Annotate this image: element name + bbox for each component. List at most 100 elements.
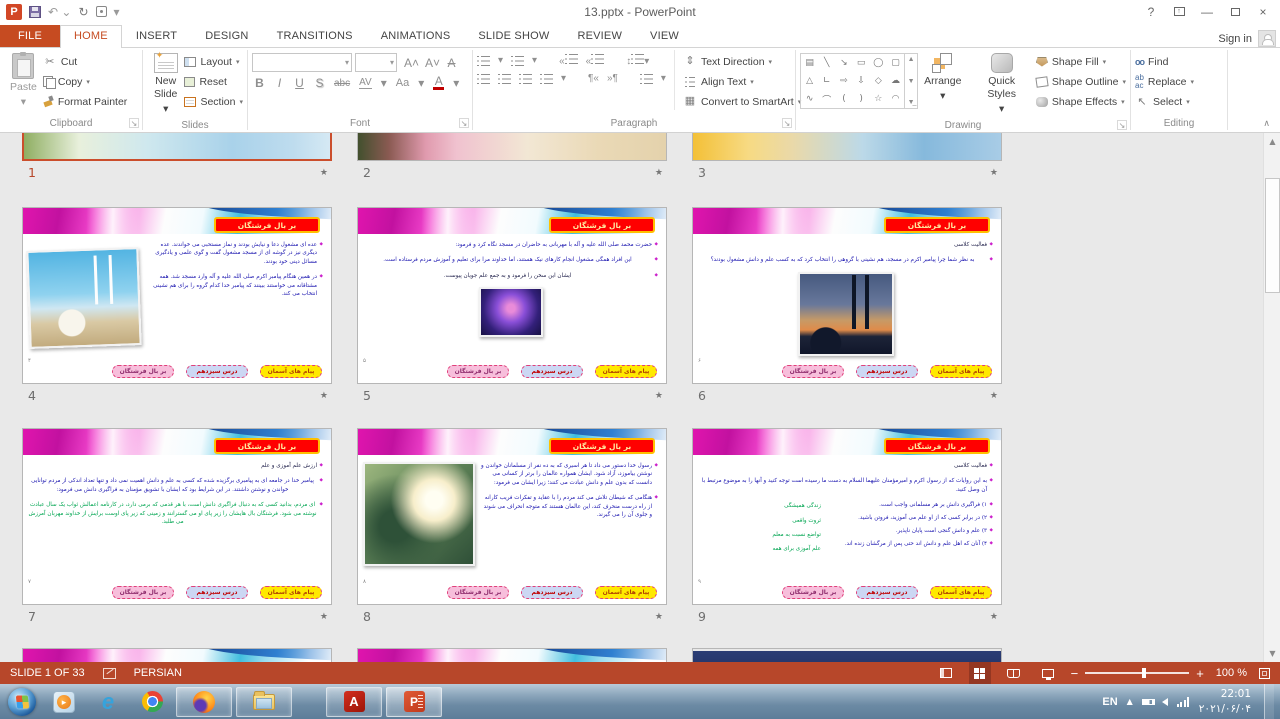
account-avatar[interactable] (1258, 30, 1276, 47)
tab-file[interactable]: FILE (0, 25, 60, 47)
zoom-out-button[interactable]: − (1071, 667, 1079, 680)
scroll-up-arrow[interactable]: ▲ (1264, 133, 1280, 150)
justify-icon[interactable] (540, 74, 553, 84)
align-right-icon[interactable] (519, 74, 532, 84)
vertical-scrollbar[interactable]: ▲ ▼ (1263, 133, 1280, 662)
star-shape-icon[interactable]: ☆ (874, 94, 882, 104)
slide-thumbnail-6[interactable]: بر بال فرشتگان ◆فعالیت کلاسی◆به نظر شما … (692, 207, 1002, 384)
replace-button[interactable]: abacReplace▾ (1135, 73, 1194, 90)
tab-home[interactable]: HOME (60, 25, 122, 48)
start-button[interactable] (8, 688, 36, 716)
section-button[interactable]: Section▾ (184, 93, 243, 110)
shapes-more[interactable]: ▼̲ (908, 99, 915, 106)
slide-thumbnail-10[interactable]: بر بال فرشتگان (22, 648, 332, 662)
scroll-down-arrow[interactable]: ▼ (1264, 645, 1280, 662)
bullets-icon[interactable] (477, 56, 490, 66)
copy-button[interactable]: Copy▾ (43, 73, 127, 90)
slide-thumbnail-3[interactable] (692, 133, 1002, 161)
columns-icon[interactable] (640, 74, 653, 84)
shrink-font-button[interactable]: A˅ (425, 56, 440, 70)
curve-shape-icon[interactable]: ◠ (892, 94, 900, 104)
format-painter-button[interactable]: Format Painter (43, 93, 127, 110)
strikethrough-button[interactable]: abc (334, 78, 350, 89)
slide-thumbnail-1[interactable] (22, 133, 332, 161)
language-indicator[interactable]: PERSIAN (134, 667, 182, 679)
taskbar-file-explorer[interactable] (236, 687, 292, 717)
find-button[interactable]: ooFind (1135, 53, 1194, 70)
cloud-shape-icon[interactable]: ☁ (891, 76, 900, 86)
slideshow-view-button[interactable] (1037, 662, 1059, 684)
tab-design[interactable]: DESIGN (191, 26, 262, 47)
notes-icon[interactable] (103, 668, 116, 679)
font-size-combo[interactable]: ▾ (355, 53, 397, 72)
network-signal-icon[interactable] (1177, 697, 1190, 707)
decrease-indent-icon[interactable]: « (559, 54, 578, 67)
diamond-shape-icon[interactable]: ◇ (875, 76, 882, 86)
scribble-shape-icon[interactable]: ∿ (806, 94, 814, 104)
change-case-button[interactable]: Aa (396, 77, 409, 89)
normal-view-button[interactable] (935, 662, 957, 684)
arc-shape-icon[interactable]: ⌒ (822, 93, 831, 106)
underline-button[interactable]: U (294, 76, 305, 90)
left-brace-shape-icon[interactable]: ( (842, 94, 846, 104)
slide-thumbnail-2[interactable] (357, 133, 667, 161)
layout-button[interactable]: Layout▾ (184, 53, 243, 70)
powerpoint-app-icon[interactable]: P (6, 4, 22, 20)
slide-thumbnail-4[interactable]: بر بال فرشتگان ◆عده ای مشغول دعا و نیایش… (22, 207, 332, 384)
line-shape-icon[interactable]: ╲ (824, 58, 829, 68)
convert-to-smartart-button[interactable]: ▦Convert to SmartArt▾ (683, 93, 801, 110)
reset-button[interactable]: Reset (184, 73, 243, 90)
help-button[interactable]: ? (1138, 2, 1164, 21)
ribbon-display-button[interactable]: ↑ (1166, 2, 1192, 21)
shapes-gallery[interactable]: ▤╲↘▭◯▢ △∟⇨⇩◇☁ ∿⌒()☆◠ ▲▼▼̲ (800, 53, 918, 109)
slide-sorter-canvas[interactable]: 1★2★3★ بر بال فرشتگان ◆عده ای مشغول دعا … (0, 133, 1280, 662)
tab-view[interactable]: VIEW (636, 26, 693, 47)
arrange-button[interactable]: Arrange▾ (918, 50, 967, 106)
select-button[interactable]: ↖Select▾ (1135, 93, 1194, 110)
minimize-button[interactable]: — (1194, 2, 1220, 21)
tab-animations[interactable]: ANIMATIONS (367, 26, 465, 47)
align-left-icon[interactable] (477, 74, 490, 84)
sign-in-link[interactable]: Sign in (1218, 33, 1252, 45)
font-color-button[interactable]: A (433, 76, 444, 90)
tab-review[interactable]: REVIEW (563, 26, 636, 47)
customize-qat-icon[interactable]: ▾ (114, 6, 120, 18)
redo-icon[interactable]: ↻ (78, 6, 88, 18)
shape-outline-button[interactable]: Shape Outline▾ (1036, 73, 1126, 90)
line-spacing-icon[interactable]: ↕▾ (626, 54, 649, 67)
paste-button[interactable]: Paste▾ (4, 50, 43, 112)
tab-insert[interactable]: INSERT (122, 26, 191, 47)
right-brace-shape-icon[interactable]: ) (859, 94, 863, 104)
triangle-shape-icon[interactable]: △ (806, 76, 813, 86)
taskbar-powerpoint[interactable]: P (386, 687, 442, 717)
font-dialog-launcher[interactable]: ↘ (459, 118, 469, 128)
ltr-direction-icon[interactable]: ¶« (588, 73, 599, 84)
restore-button[interactable] (1222, 2, 1248, 21)
italic-button[interactable]: I (274, 76, 285, 90)
slide-sorter-view-button[interactable] (969, 662, 991, 684)
slide-thumbnail-9[interactable]: بر بال فرشتگان ◆فعالیت کلاسی◆به این روای… (692, 428, 1002, 605)
right-arrow-shape-icon[interactable]: ⇨ (840, 76, 848, 86)
taskbar-acrobat[interactable]: A (326, 687, 382, 717)
character-spacing-button[interactable]: AV (359, 77, 372, 89)
zoom-slider-thumb[interactable] (1142, 668, 1146, 678)
align-text-button[interactable]: Align Text▾ (683, 73, 801, 90)
font-name-combo[interactable]: ▾ (252, 53, 352, 72)
cut-button[interactable]: ✂Cut (43, 53, 127, 70)
shape-effects-button[interactable]: Shape Effects▾ (1036, 93, 1126, 110)
undo-icon[interactable]: ↶ ⌄ (48, 6, 71, 18)
show-desktop-button[interactable] (1264, 684, 1274, 719)
close-button[interactable]: × (1250, 2, 1276, 21)
shape-fill-button[interactable]: Shape Fill▾ (1036, 53, 1126, 70)
touch-mode-icon[interactable] (96, 6, 107, 17)
clear-formatting-button[interactable]: A (446, 56, 457, 70)
bold-button[interactable]: B (254, 76, 265, 90)
reading-view-button[interactable] (1003, 662, 1025, 684)
language-tray-indicator[interactable]: EN (1102, 696, 1117, 708)
speaker-icon[interactable] (1162, 698, 1168, 706)
collapse-ribbon-icon[interactable]: ∧ (1263, 119, 1270, 129)
elbow-shape-icon[interactable]: ∟ (823, 76, 831, 86)
new-slide-button[interactable]: New Slide▾ (147, 50, 184, 119)
numbering-icon[interactable] (511, 56, 524, 66)
rectangle-shape-icon[interactable]: ▭ (857, 58, 866, 68)
